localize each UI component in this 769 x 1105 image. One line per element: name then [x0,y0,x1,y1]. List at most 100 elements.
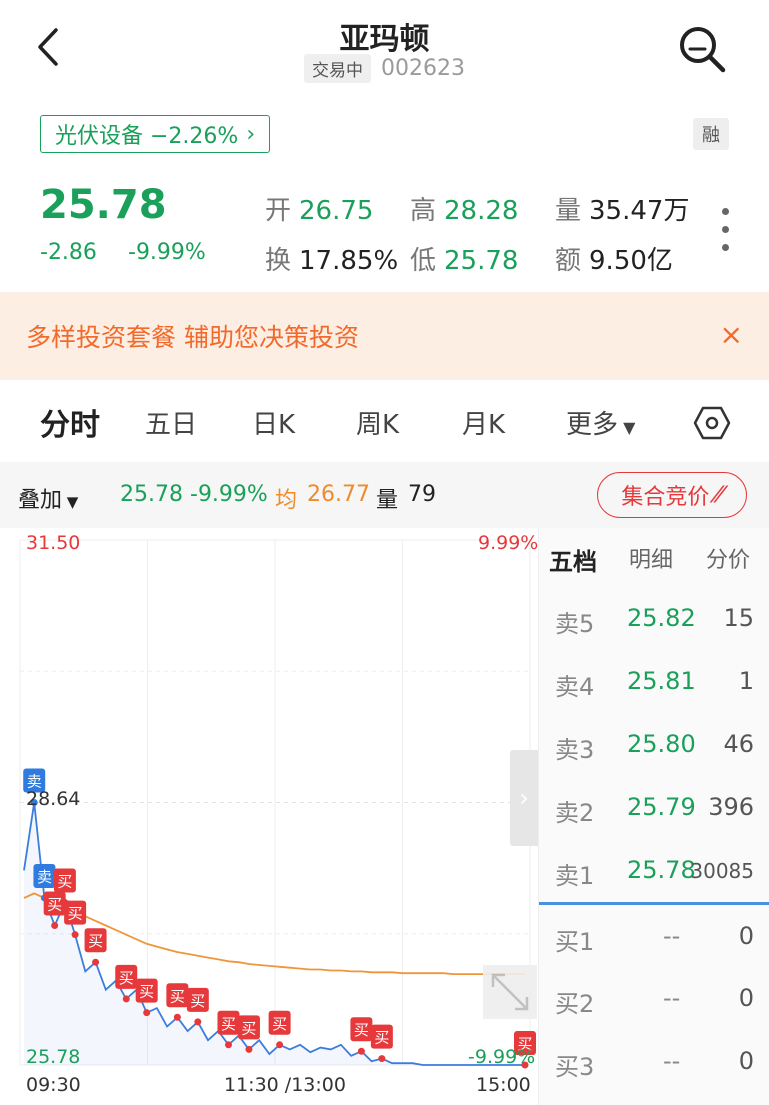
y-top-pct: 9.99% [478,532,539,554]
signal-dot [92,958,100,966]
stat-value: 9.50亿 [589,246,673,276]
ask-row: 卖4 25.81 1 [539,667,769,707]
level-price: -- [663,922,681,950]
vol-value: 79 [408,482,436,507]
signal-text: 买 [221,1015,236,1033]
signal-dot [143,1009,151,1017]
more-dots-icon[interactable] [721,208,731,252]
stat-label: 低 [410,246,437,276]
level-label: 卖3 [555,736,595,764]
expand-icon[interactable] [483,965,537,1019]
stat-value: 28.28 [444,196,519,226]
signal-dot [194,1018,202,1026]
sector-label: 光伏设备 −2.26% [55,124,239,149]
auction-arrow-icon: ⁄⁄ [715,482,723,508]
chart-canvas: 卖卖买买买买买买买买买买买买买买 [19,539,536,1069]
level-label: 买3 [555,1053,595,1081]
stat-low: 低 25.78 [410,240,518,277]
buy-signal: 买 [166,983,189,1021]
overlay-dropdown[interactable]: 叠加 ▼ [18,482,78,514]
tab-detail[interactable]: 明细 [629,542,673,574]
level-volume: 0 [738,922,754,950]
level-volume: 396 [708,793,754,821]
stat-volume: 量 35.47万 [555,190,689,227]
chevron-right-icon: › [246,121,256,147]
y-top-label: 31.50 [26,532,81,554]
promo-banner[interactable]: 多样投资套餐 辅助您决策投资 × [0,292,769,380]
close-icon[interactable]: × [720,318,743,351]
stat-label: 额 [555,246,582,276]
ask-bid-divider [539,902,769,905]
y-mid-label: 28.64 [26,788,81,810]
search-icon[interactable] [677,24,727,74]
level-price: 25.80 [627,730,696,758]
margin-badge: 融 [693,118,729,150]
tab-more-label: 更多 [566,410,619,440]
intraday-chart[interactable]: 卖卖买买买买买买买买买买买买买买 31.50 9.99% 28.64 25.78… [0,528,539,1105]
price-change-pct: -9.99% [128,240,206,265]
stat-open: 开 26.75 [265,190,373,227]
level-label: 卖5 [555,610,595,638]
banner-text: 多样投资套餐 辅助您决策投资 [26,323,359,352]
stat-label: 量 [555,196,582,226]
tab-five-levels[interactable]: 五档 [549,542,597,577]
overlay-price: 25.78 [120,482,183,507]
buy-signal: 买 [350,1017,373,1055]
x-label-mid: 11:30 /13:00 [224,1074,346,1096]
chart-tabs: 分时 五日 日K 周K 月K 更多 ▼ [0,392,769,454]
stock-subtitle: 交易中 002623 [0,54,769,83]
level-volume: 0 [738,1047,754,1075]
tab-daily-k[interactable]: 日K [252,404,295,441]
x-label-open: 09:30 [26,1074,81,1096]
signal-text: 买 [139,983,154,1001]
level-volume: 15 [723,604,754,632]
avg-label: 均 [275,488,298,513]
order-book: 五档 明细 分价 卖5 25.82 15 卖4 25.81 1 卖3 25.80… [538,528,769,1105]
bid-row: 买1 -- 0 [539,922,769,962]
signal-text: 买 [47,895,62,913]
level-price: -- [663,984,681,1012]
tab-monthly-k[interactable]: 月K [462,404,505,441]
dropdown-icon: ▼ [62,493,79,511]
tab-more[interactable]: 更多 ▼ [566,404,635,441]
signal-dot [378,1055,386,1063]
stat-value: 17.85% [299,246,399,276]
overlay-bar: 叠加 ▼ 25.78 -9.99% 均 26.77 量 79 集合竞价 ⁄⁄ [0,462,769,528]
level-label: 卖2 [555,799,595,827]
stat-value: 26.75 [299,196,374,226]
level-price: 25.81 [627,667,696,695]
y-bottom-label: 25.78 [26,1046,81,1068]
top-nav: 亚玛顿 交易中 002623 [0,0,769,100]
ask-row: 卖5 25.82 15 [539,604,769,644]
level-price: 25.82 [627,604,696,632]
level-price: 25.79 [627,793,696,821]
signal-text: 买 [119,969,134,987]
signal-dot [357,1047,365,1055]
level-label: 卖1 [555,862,595,890]
tab-intraday[interactable]: 分时 [40,400,100,444]
signal-text: 卖 [37,868,52,886]
level-price: -- [663,1047,681,1075]
auction-button[interactable]: 集合竞价 ⁄⁄ [597,472,747,518]
buy-signal: 买 [268,1010,291,1049]
chevron-right-icon[interactable]: › [510,750,538,846]
ask-row: 卖3 25.80 46 [539,730,769,770]
signal-text: 买 [354,1021,369,1039]
level-price: 25.78 [627,856,696,884]
y-bottom-pct: -9.99% [468,1046,536,1068]
price-change: -2.86 [40,240,97,265]
tab-five-day[interactable]: 五日 [145,404,197,441]
current-price: 25.78 [40,182,167,228]
signal-text: 买 [68,905,83,923]
tab-weekly-k[interactable]: 周K [356,404,399,441]
tab-price-distribution[interactable]: 分价 [706,542,750,574]
stat-value: 25.78 [444,246,519,276]
bid-row: 买2 -- 0 [539,984,769,1024]
settings-hex-icon[interactable] [693,404,731,442]
sector-tag[interactable]: 光伏设备 −2.26% › [40,115,271,153]
level-volume: 30085 [690,859,754,883]
buy-signal: 买 [84,928,107,966]
level-volume: 1 [738,667,754,695]
signal-dot [51,921,59,929]
buy-signal: 买 [370,1024,393,1063]
